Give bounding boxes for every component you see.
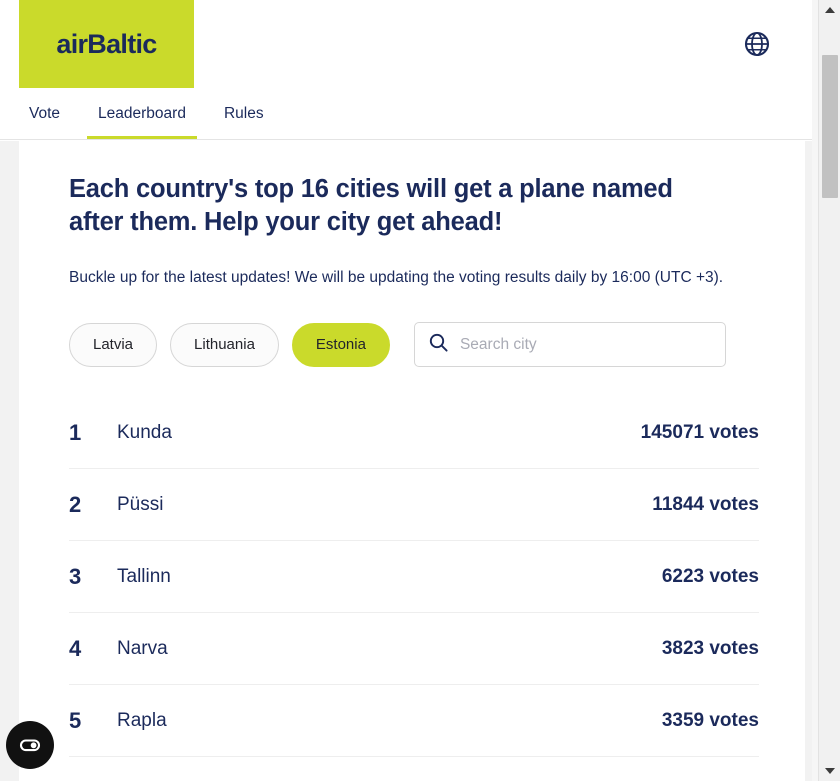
site-frame: airBaltic Vote Leaderboard Rules Each co… [0,0,812,781]
row-votes: 11844 votes [652,493,759,515]
table-row[interactable]: 3 Tallinn 6223 votes [69,541,759,613]
content-area: Each country's top 16 cities will get a … [0,141,812,781]
row-rank: 3 [69,563,82,589]
chip-estonia-label: Estonia [315,336,366,353]
row-city: Rapla [117,709,167,731]
scroll-down-arrow-icon[interactable] [819,761,840,781]
row-rank: 2 [69,491,82,517]
chip-latvia-label: Latvia [93,336,134,353]
table-row[interactable]: 5 Rapla 3359 votes [69,685,759,757]
table-row[interactable]: 4 Narva 3823 votes [69,613,759,685]
site-header: airBaltic [0,0,812,90]
row-votes: 6223 votes [661,565,759,587]
page-title: Each country's top 16 cities will get a … [69,175,673,236]
country-filter-bar: Latvia Lithuania Estonia [69,322,759,367]
logo-text: airBaltic [56,28,157,59]
scroll-up-arrow-icon[interactable] [819,0,840,20]
scrollbar-thumb[interactable] [822,55,838,198]
cookie-consent-icon[interactable] [6,721,54,769]
chip-lithuania[interactable]: Lithuania [170,322,279,367]
row-votes: 3359 votes [661,709,759,731]
row-city: Tallinn [117,565,171,587]
chip-estonia[interactable]: Estonia [291,322,390,367]
chip-latvia[interactable]: Latvia [69,322,158,367]
tab-vote[interactable]: Vote [19,89,79,139]
row-rank: 1 [69,419,82,445]
tab-leaderboard-label: Leaderboard [98,105,186,122]
row-rank: 5 [69,707,82,733]
tab-leaderboard[interactable]: Leaderboard [79,89,205,139]
browser-viewport: airBaltic Vote Leaderboard Rules Each co… [0,0,840,781]
page-subtext: Buckle up for the latest updates! We wil… [69,269,724,286]
search-city-box[interactable] [413,322,726,367]
globe-icon[interactable] [744,31,770,57]
row-city: Kunda [117,421,172,443]
tab-rules[interactable]: Rules [205,89,283,139]
search-input[interactable] [459,335,711,354]
airbaltic-logo[interactable]: airBaltic [19,0,194,88]
search-icon [429,333,448,357]
leaderboard-card: Each country's top 16 cities will get a … [19,141,805,781]
row-city: Narva [117,637,168,659]
chip-lithuania-label: Lithuania [194,336,255,353]
row-votes: 3823 votes [661,637,759,659]
table-row[interactable]: 1 Kunda 145071 votes [69,397,759,469]
row-city: Püssi [117,493,164,515]
tab-rules-label: Rules [223,105,264,122]
row-rank: 4 [69,635,82,661]
row-votes: 145071 votes [640,421,759,443]
main-nav-tabs: Vote Leaderboard Rules [0,90,812,140]
table-row[interactable]: 2 Püssi 11844 votes [69,469,759,541]
tab-vote-label: Vote [29,105,61,122]
vertical-scrollbar[interactable] [818,0,840,781]
leaderboard-list: 1 Kunda 145071 votes 2 Püssi 11844 votes… [69,397,759,757]
